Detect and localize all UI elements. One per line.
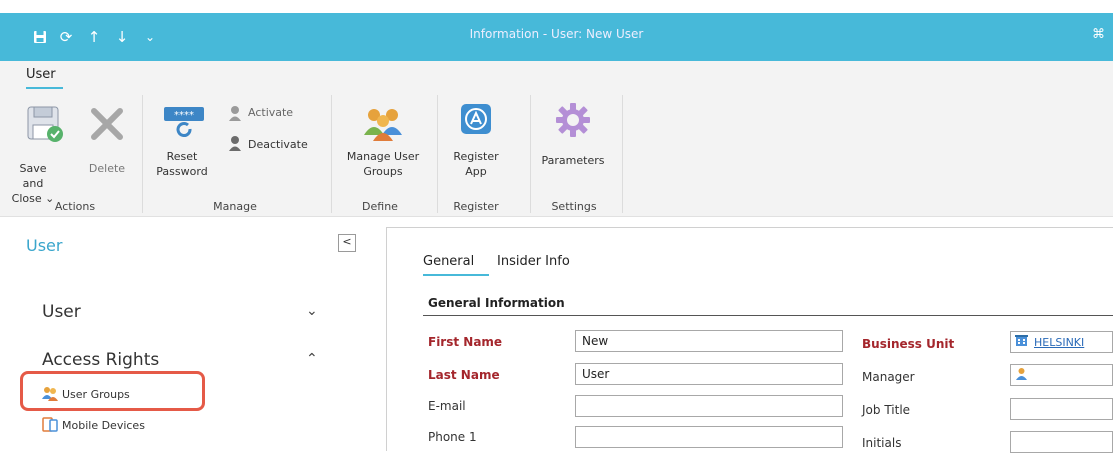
user-group-icon[interactable] — [362, 105, 404, 144]
ribbon: User Save and Close ⌄ Delete **** Reset … — [0, 61, 1113, 217]
group-label-manage: Manage — [213, 200, 257, 213]
activate-user-icon[interactable] — [228, 105, 242, 124]
business-unit-label: Business Unit — [862, 337, 955, 351]
save-close-icon[interactable] — [24, 103, 66, 148]
section-divider — [423, 315, 1113, 316]
group-label-actions: Actions — [54, 200, 96, 213]
ribbon-tab-user[interactable]: User — [26, 67, 56, 82]
reset-password-button[interactable]: Reset Password — [156, 149, 208, 179]
window-title: Information - User: New User — [469, 27, 644, 41]
chevron-up-icon[interactable]: ⌃ — [306, 351, 318, 367]
reset-password-icon[interactable]: **** — [162, 105, 206, 142]
ribbon-separator — [331, 95, 332, 213]
group-label-define: Define — [362, 200, 398, 213]
nav-section-user[interactable]: User — [42, 302, 81, 322]
phone1-field[interactable] — [575, 426, 843, 448]
first-name-label: First Name — [428, 335, 503, 349]
ribbon-separator — [437, 95, 438, 213]
deactivate-button[interactable]: Deactivate — [248, 137, 308, 152]
nav-item-label: Mobile Devices — [62, 419, 145, 432]
building-icon — [1015, 334, 1028, 350]
ribbon-separator — [142, 95, 143, 213]
nav-item-mobile-devices[interactable]: Mobile Devices — [42, 416, 145, 435]
window-menu-icon[interactable]: ⌘ — [1092, 27, 1105, 42]
app-store-icon[interactable] — [460, 103, 492, 138]
first-name-field[interactable]: New — [575, 330, 843, 352]
email-label: E-mail — [428, 399, 466, 413]
initials-label: Initials — [862, 436, 902, 450]
manager-field[interactable] — [1010, 364, 1113, 386]
business-unit-field[interactable]: HELSINKI — [1010, 331, 1113, 353]
tab-insider-info[interactable]: Insider Info — [497, 254, 570, 269]
chevron-down-icon[interactable]: ⌄ — [306, 303, 318, 319]
section-title: General Information — [428, 296, 565, 310]
job-title-label: Job Title — [862, 403, 911, 417]
job-title-field[interactable] — [1010, 398, 1113, 420]
person-icon — [1015, 367, 1028, 383]
phone1-label: Phone 1 — [428, 430, 477, 444]
last-name-field[interactable]: User — [575, 363, 843, 385]
register-app-button[interactable]: Register App — [446, 149, 506, 179]
deactivate-user-icon[interactable] — [228, 135, 242, 154]
parameters-button[interactable]: Parameters — [532, 153, 614, 168]
group-label-register: Register — [453, 200, 499, 213]
ribbon-separator — [622, 95, 623, 213]
tab-active-indicator — [423, 274, 489, 276]
mobile-devices-icon — [42, 416, 58, 435]
svg-text:****: **** — [174, 110, 194, 121]
group-label-settings: Settings — [551, 200, 597, 213]
nav-section-access-rights[interactable]: Access Rights — [42, 350, 159, 370]
delete-icon[interactable] — [90, 107, 124, 144]
email-field[interactable] — [575, 395, 843, 417]
collapse-panel-button[interactable]: < — [338, 234, 356, 252]
nav-title: User — [26, 236, 63, 255]
last-name-label: Last Name — [428, 368, 500, 382]
manage-user-groups-button[interactable]: Manage User Groups — [338, 149, 428, 179]
business-unit-link[interactable]: HELSINKI — [1034, 336, 1084, 349]
ribbon-separator — [530, 95, 531, 213]
gear-icon[interactable] — [554, 101, 592, 142]
highlight-box — [20, 371, 205, 411]
ribbon-tab-indicator — [26, 87, 63, 89]
tab-general[interactable]: General — [423, 254, 474, 269]
manager-label: Manager — [862, 370, 915, 384]
delete-button[interactable]: Delete — [82, 161, 132, 176]
title-bar: ⟳ ↑ ↓ ⌄ Information - User: New User ⌘ — [0, 13, 1113, 61]
activate-button[interactable]: Activate — [248, 105, 293, 120]
